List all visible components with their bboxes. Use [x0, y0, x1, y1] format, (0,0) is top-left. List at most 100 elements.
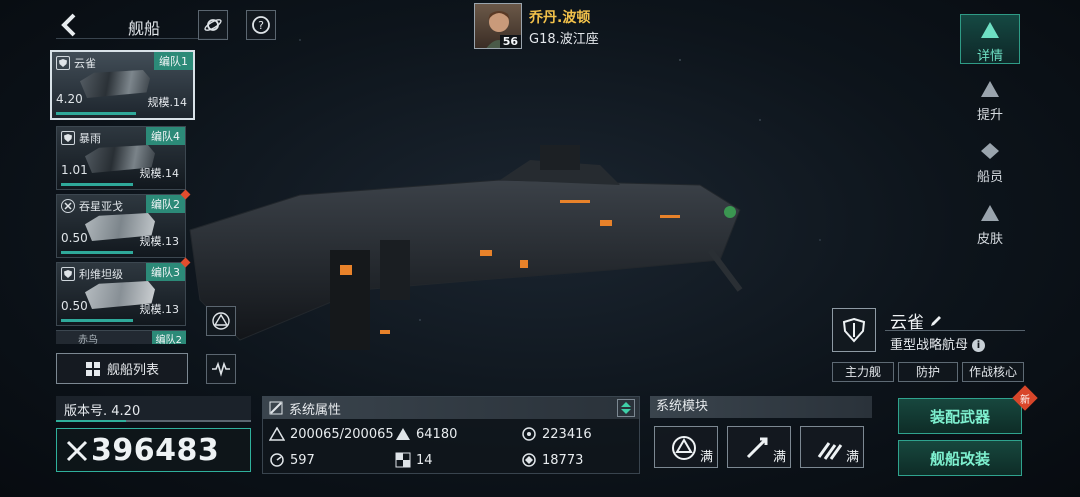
module-full-label: 满	[772, 450, 786, 465]
ship-list-button[interactable]: 舰船列表	[56, 353, 188, 384]
attr-hp-value: 200065/200065	[290, 426, 394, 442]
wave-button[interactable]	[206, 354, 236, 384]
module-slot-2[interactable]: 满	[727, 426, 791, 468]
ship-card-name: 吞星亚戈	[79, 200, 123, 213]
fleet-icon	[981, 22, 999, 38]
module-slot-3[interactable]: 满	[800, 426, 864, 468]
ship-thumbnail	[80, 70, 150, 98]
tab-details[interactable]: 详情	[960, 14, 1020, 64]
player-location: G18.波江座	[529, 32, 599, 47]
ship-card-version: 4.20	[56, 92, 83, 106]
formation-button[interactable]	[206, 306, 236, 336]
edit-icon[interactable]	[929, 314, 943, 328]
module-full-label: 满	[699, 450, 713, 465]
ship-card-progress	[61, 251, 133, 254]
player-name: 乔丹.波顿	[529, 10, 591, 26]
grid-icon	[85, 361, 100, 376]
version-progress	[56, 420, 126, 422]
question-icon: ?	[252, 16, 270, 34]
ship-card-2[interactable]: 暴雨 编队4 1.01 规模.14	[56, 126, 186, 190]
expand-toggle[interactable]	[617, 399, 635, 417]
back-arrow-icon	[61, 13, 76, 37]
fleet-tag: 编队2	[151, 331, 186, 344]
tab-crew[interactable]: 船员	[960, 142, 1020, 185]
attr-shield: 223416	[521, 421, 592, 447]
planet-button[interactable]	[198, 10, 228, 40]
tab-crew-label: 船员	[976, 170, 1003, 185]
shield-icon	[842, 317, 866, 343]
ship-type-text: 重型战略航母	[890, 338, 969, 353]
module-full-label: 满	[845, 450, 859, 465]
equip-weapons-button[interactable]: 装配武器	[898, 398, 1022, 434]
ship-card-name: 暴雨	[79, 132, 101, 145]
system-modules-title: 系统模块	[650, 396, 872, 418]
version-text: 版本号. 4.20	[64, 404, 141, 419]
ship-card-4[interactable]: 利维坦级 编队3 0.50 规模.13	[56, 257, 191, 326]
skin-icon	[981, 205, 999, 221]
radar-icon	[522, 453, 536, 467]
system-modules-panel: 系统模块 满 满 满	[650, 396, 872, 474]
ship-card-scale: 规模.13	[139, 303, 180, 316]
module-slot-1[interactable]: 满	[654, 426, 718, 468]
hull-icon	[269, 427, 285, 441]
attr-speed: 597	[269, 447, 315, 473]
crew-icon	[981, 143, 999, 159]
tab-upgrade-label: 提升	[976, 108, 1003, 123]
pulse-icon	[212, 361, 230, 377]
ship-class-badge	[832, 308, 876, 352]
planet-icon	[204, 19, 222, 31]
fleet-tag: 编队3	[146, 263, 185, 281]
ship-card-scale: 规模.14	[139, 167, 180, 180]
ship-card-scale: 规模.14	[147, 96, 188, 109]
tag-combat-core: 作战核心	[962, 362, 1024, 382]
ship-card-3[interactable]: 吞星亚戈 编队2 0.50 规模.13	[56, 189, 191, 258]
shield-icon	[56, 56, 70, 70]
ship-card-version: 1.01	[61, 163, 88, 177]
tab-skin-label: 皮肤	[976, 232, 1003, 247]
energy-icon	[522, 427, 536, 441]
ship-card-5[interactable]: 赤鸟 编队2	[56, 330, 186, 344]
tab-upgrade[interactable]: 提升	[960, 80, 1020, 123]
attr-slots: 14	[395, 447, 433, 473]
version-label: 版本号. 4.20	[56, 396, 251, 422]
attr-range: 18773	[521, 447, 583, 473]
expand-arrows-icon	[621, 402, 631, 414]
tag-main-ship: 主力舰	[832, 362, 894, 382]
rockets-icon	[817, 442, 843, 460]
armor-icon	[396, 428, 410, 440]
player-level: 56	[499, 35, 521, 48]
attr-slots-value: 14	[416, 452, 433, 468]
ship-card-scale: 规模.13	[139, 235, 180, 248]
tab-skin[interactable]: 皮肤	[960, 204, 1020, 247]
crosshair-icon	[672, 436, 696, 460]
fleet-tag: 编队4	[146, 127, 185, 145]
speed-icon	[270, 453, 284, 467]
ship-card-name: 利维坦级	[79, 268, 123, 281]
ship-name-divider	[885, 330, 1025, 331]
target-icon	[61, 199, 75, 213]
attr-shield-value: 223416	[542, 426, 592, 442]
ship-card-version: 0.50	[61, 231, 88, 245]
ship-card-name: 云雀	[74, 57, 96, 70]
help-button[interactable]: ?	[246, 10, 276, 40]
svg-text:?: ?	[258, 19, 264, 32]
ship-modify-button[interactable]: 舰船改装	[898, 440, 1022, 476]
attr-armor: 64180	[395, 421, 457, 447]
fleet-tag: 编队2	[146, 195, 185, 213]
back-button[interactable]	[56, 10, 82, 40]
attribute-icon	[269, 401, 283, 415]
info-icon[interactable]: i	[972, 339, 986, 352]
missile-icon	[746, 437, 768, 459]
player-avatar[interactable]: 56	[474, 3, 522, 49]
triangle-icon	[212, 312, 230, 330]
ship-card-progress	[61, 319, 133, 322]
attr-speed-value: 597	[290, 452, 315, 468]
shield-icon	[61, 131, 75, 145]
new-badge: 新	[1020, 394, 1030, 406]
system-attributes-header: 系统属性	[263, 397, 639, 419]
tab-details-label: 详情	[976, 49, 1003, 64]
ship-card-1[interactable]: 云雀 编队1 4.20 规模.14	[50, 50, 195, 120]
ship-list-label: 舰船列表	[106, 363, 159, 378]
upgrade-icon	[981, 81, 999, 97]
fleet-tag: 编队1	[154, 52, 193, 70]
